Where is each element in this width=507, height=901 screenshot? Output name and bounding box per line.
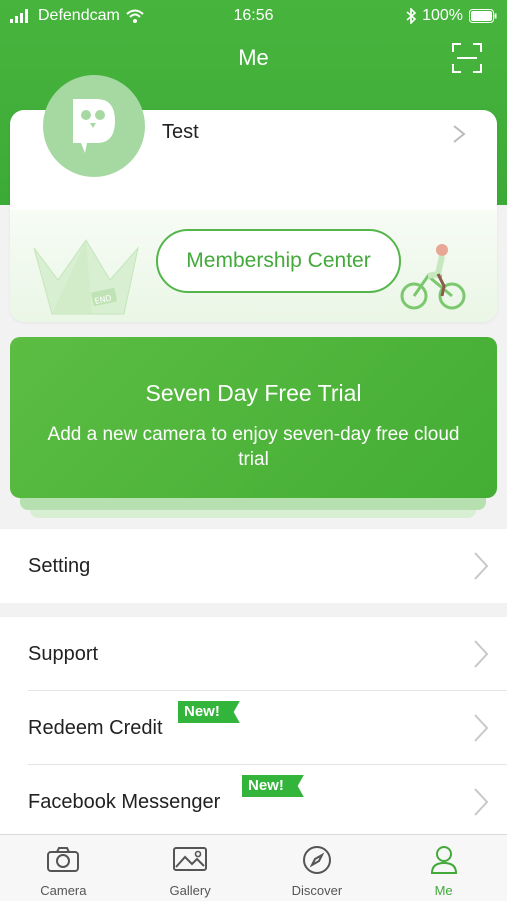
- trial-title: Seven Day Free Trial: [145, 380, 362, 406]
- tab-label: Gallery: [169, 883, 211, 898]
- new-badge: New!: [178, 701, 240, 723]
- trial-subtitle: Add a new camera to enjoy seven-day free…: [47, 424, 460, 470]
- chevron-right-icon: [474, 552, 489, 580]
- cyclist-illustration-icon: [400, 244, 466, 310]
- tab-camera[interactable]: Camera: [0, 835, 127, 901]
- battery-icon: [469, 9, 497, 23]
- crown-illustration-icon: END: [33, 239, 139, 315]
- membership-center-button[interactable]: Membership Center: [156, 229, 401, 293]
- page-title: Me: [238, 45, 269, 70]
- status-bar: Defendcam 16:56 100%: [0, 0, 507, 32]
- support-group: Support Redeem Credit New! Facebook Mess…: [0, 617, 507, 839]
- camera-icon: [47, 847, 80, 872]
- tab-label: Me: [434, 883, 453, 898]
- avatar[interactable]: [43, 75, 145, 177]
- menu-item-redeem-credit[interactable]: Redeem Credit New!: [0, 691, 507, 765]
- chevron-right-icon: [474, 714, 489, 742]
- new-badge: New!: [242, 775, 304, 797]
- chevron-right-icon: [474, 788, 489, 816]
- tab-label: Discover: [291, 883, 343, 898]
- battery-percentage: 100%: [422, 7, 463, 24]
- settings-group: Setting: [0, 529, 507, 603]
- tab-label: Camera: [40, 883, 87, 898]
- scan-icon[interactable]: [451, 42, 483, 74]
- free-trial-card[interactable]: Seven Day Free Trial Add a new camera to…: [10, 337, 497, 498]
- compass-icon: [302, 846, 331, 874]
- menu-label: Setting: [28, 554, 91, 577]
- menu-item-support[interactable]: Support: [0, 617, 507, 691]
- menu-label: Support: [28, 642, 99, 665]
- menu-label: Facebook Messenger: [28, 790, 221, 813]
- membership-center-label: Membership Center: [186, 249, 371, 272]
- tab-bar: Camera Gallery Discover Me: [0, 834, 507, 901]
- tab-me[interactable]: Me: [380, 835, 507, 901]
- gallery-icon: [173, 847, 208, 871]
- tab-discover[interactable]: Discover: [254, 835, 381, 901]
- menu-item-facebook-messenger[interactable]: Facebook Messenger New!: [0, 765, 507, 839]
- owl-logo-icon: [73, 99, 115, 153]
- bluetooth-icon: [406, 8, 417, 24]
- chevron-right-icon: [474, 640, 489, 668]
- chevron-right-icon[interactable]: [452, 124, 466, 144]
- username[interactable]: Test: [162, 121, 199, 144]
- tab-gallery[interactable]: Gallery: [127, 835, 254, 901]
- person-icon: [430, 846, 457, 874]
- menu-label: Redeem Credit: [28, 716, 163, 739]
- menu-item-setting[interactable]: Setting: [0, 529, 507, 603]
